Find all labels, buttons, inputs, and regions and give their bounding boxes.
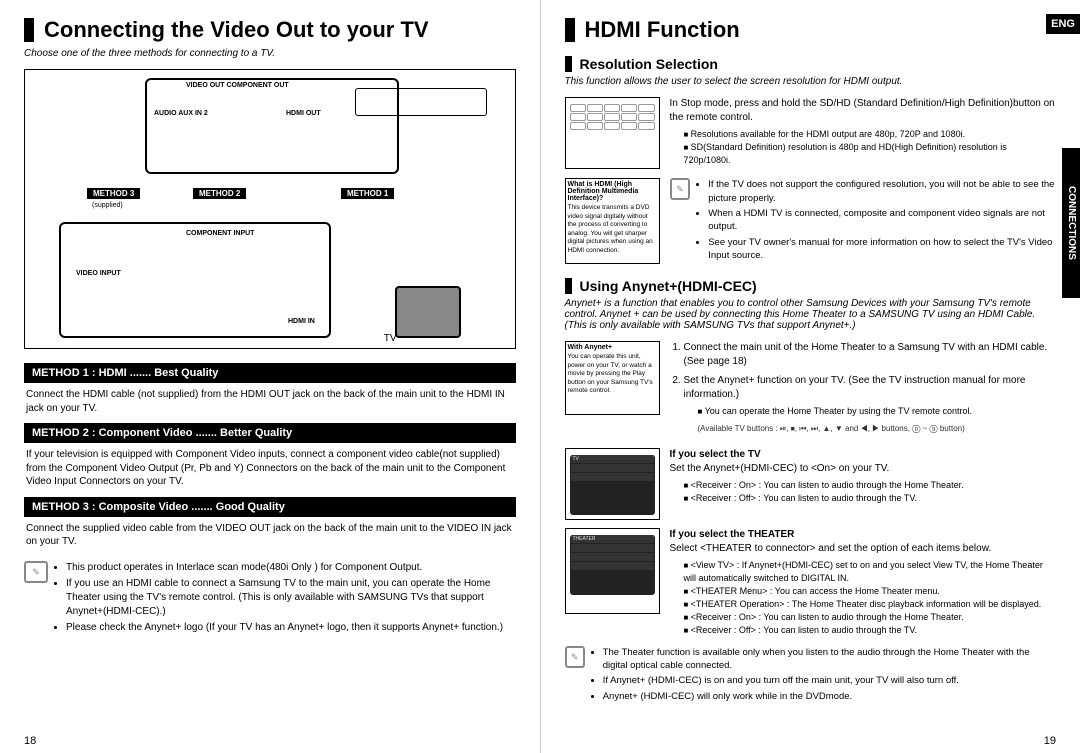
port-hdmi-in: HDMI IN bbox=[287, 318, 316, 325]
final-note-2: If Anynet+ (HDMI-CEC) is on and you turn… bbox=[603, 674, 1056, 687]
lang-tag: ENG bbox=[1046, 14, 1080, 34]
res-bullet-2: SD(Standard Definition) resolution is 48… bbox=[684, 141, 1057, 167]
section-tab: CONNECTIONS bbox=[1062, 148, 1080, 298]
resolution-head: Resolution Selection bbox=[565, 56, 1057, 72]
method3-head: METHOD 3 : Composite Video ....... Good … bbox=[24, 497, 516, 517]
theater-menu-figure: THEATER bbox=[565, 528, 660, 614]
port-video-out: VIDEO OUT COMPONENT OUT bbox=[185, 82, 290, 89]
method1-label: METHOD 1 bbox=[341, 188, 394, 199]
res-note-3: See your TV owner's manual for more info… bbox=[708, 236, 1056, 263]
resolution-intro: This function allows the user to select … bbox=[565, 76, 1057, 87]
anynet-intro: Anynet+ is a function that enables you t… bbox=[565, 298, 1057, 331]
any-step-2: Set the Anynet+ function on your TV. (Se… bbox=[684, 374, 1057, 434]
method2-label: METHOD 2 bbox=[193, 188, 246, 199]
res-note-2: When a HDMI TV is connected, composite a… bbox=[708, 207, 1056, 234]
final-note-3: Anynet+ (HDMI-CEC) will only work while … bbox=[603, 690, 1056, 703]
method3-label: METHOD 3 bbox=[87, 188, 140, 199]
note-icon: ✎ bbox=[565, 646, 585, 668]
resolution-step: In Stop mode, press and hold the SD/HD (… bbox=[670, 97, 1057, 125]
hdmi-what-box: What is HDMI (High Definition Multimedia… bbox=[565, 178, 660, 264]
th-opt-3: <THEATER Operation> : The Home Theater d… bbox=[684, 598, 1057, 611]
port-audio: AUDIO AUX IN 2 bbox=[153, 110, 209, 117]
left-intro: Choose one of the three methods for conn… bbox=[24, 48, 516, 59]
tv-label: TV bbox=[384, 333, 397, 344]
page-number-right: 19 bbox=[1044, 735, 1056, 747]
method1-head: METHOD 1 : HDMI ....... Best Quality bbox=[24, 363, 516, 383]
port-hdmi-out: HDMI OUT bbox=[285, 110, 322, 117]
method3-body: Connect the supplied video cable from th… bbox=[24, 517, 516, 551]
if-tv-head: If you select the TV bbox=[670, 448, 1057, 462]
left-note-1: This product operates in Interlace scan … bbox=[66, 561, 516, 575]
manual-spread: Connecting the Video Out to your TV Choo… bbox=[0, 0, 1080, 753]
tv-menu-figure: TV bbox=[565, 448, 660, 520]
port-video-in: VIDEO INPUT bbox=[75, 270, 122, 277]
left-note-2: If you use an HDMI cable to connect a Sa… bbox=[66, 577, 516, 619]
th-opt-1: <View TV> : If Anynet+(HDMI-CEC) set to … bbox=[684, 559, 1057, 585]
right-title: HDMI Function bbox=[565, 18, 1057, 42]
th-opt-4: <Receiver : On> : You can listen to audi… bbox=[684, 611, 1057, 624]
th-opt-2: <THEATER Menu> : You can access the Home… bbox=[684, 585, 1057, 598]
final-note-1: The Theater function is available only w… bbox=[603, 646, 1056, 673]
remote-figure bbox=[565, 97, 660, 169]
port-comp-in: COMPONENT INPUT bbox=[185, 230, 255, 237]
tv-opt-2: <Receiver : Off> : You can listen to aud… bbox=[684, 492, 1057, 505]
note-icon: ✎ bbox=[670, 178, 691, 200]
method2-head: METHOD 2 : Component Video ....... Bette… bbox=[24, 423, 516, 443]
if-theater-head: If you select the THEATER bbox=[670, 528, 1057, 542]
method2-body: If your television is equipped with Comp… bbox=[24, 443, 516, 491]
connection-diagram: VIDEO OUT COMPONENT OUT AUDIO AUX IN 2 H… bbox=[24, 69, 516, 349]
tv-illustration bbox=[395, 286, 461, 338]
supplied-label: (supplied) bbox=[91, 202, 124, 209]
left-note-3: Please check the Anynet+ logo (If your T… bbox=[66, 621, 516, 635]
left-notes: ✎ This product operates in Interlace sca… bbox=[24, 561, 516, 637]
anynet-head: Using Anynet+(HDMI-CEC) bbox=[565, 278, 1057, 294]
page-right: ENG CONNECTIONS HDMI Function Resolution… bbox=[541, 0, 1080, 753]
with-anynet-box: With Anynet+ You can operate this unit, … bbox=[565, 341, 660, 415]
tv-opt-1: <Receiver : On> : You can listen to audi… bbox=[684, 479, 1057, 492]
page-left: Connecting the Video Out to your TV Choo… bbox=[0, 0, 541, 753]
th-opt-5: <Receiver : Off> : You can listen to aud… bbox=[684, 624, 1057, 637]
page-number-left: 18 bbox=[24, 735, 36, 747]
res-note-1: If the TV does not support the configure… bbox=[708, 178, 1056, 205]
res-bullet-1: Resolutions available for the HDMI outpu… bbox=[684, 128, 1057, 141]
method1-body: Connect the HDMI cable (not supplied) fr… bbox=[24, 383, 516, 417]
any-step-1: Connect the main unit of the Home Theate… bbox=[684, 341, 1057, 369]
left-title: Connecting the Video Out to your TV bbox=[24, 18, 516, 42]
if-tv-set: Set the Anynet+(HDMI-CEC) to <On> on you… bbox=[670, 462, 1057, 476]
if-theater-set: Select <THEATER to connector> and set th… bbox=[670, 542, 1057, 556]
note-icon: ✎ bbox=[24, 561, 48, 583]
